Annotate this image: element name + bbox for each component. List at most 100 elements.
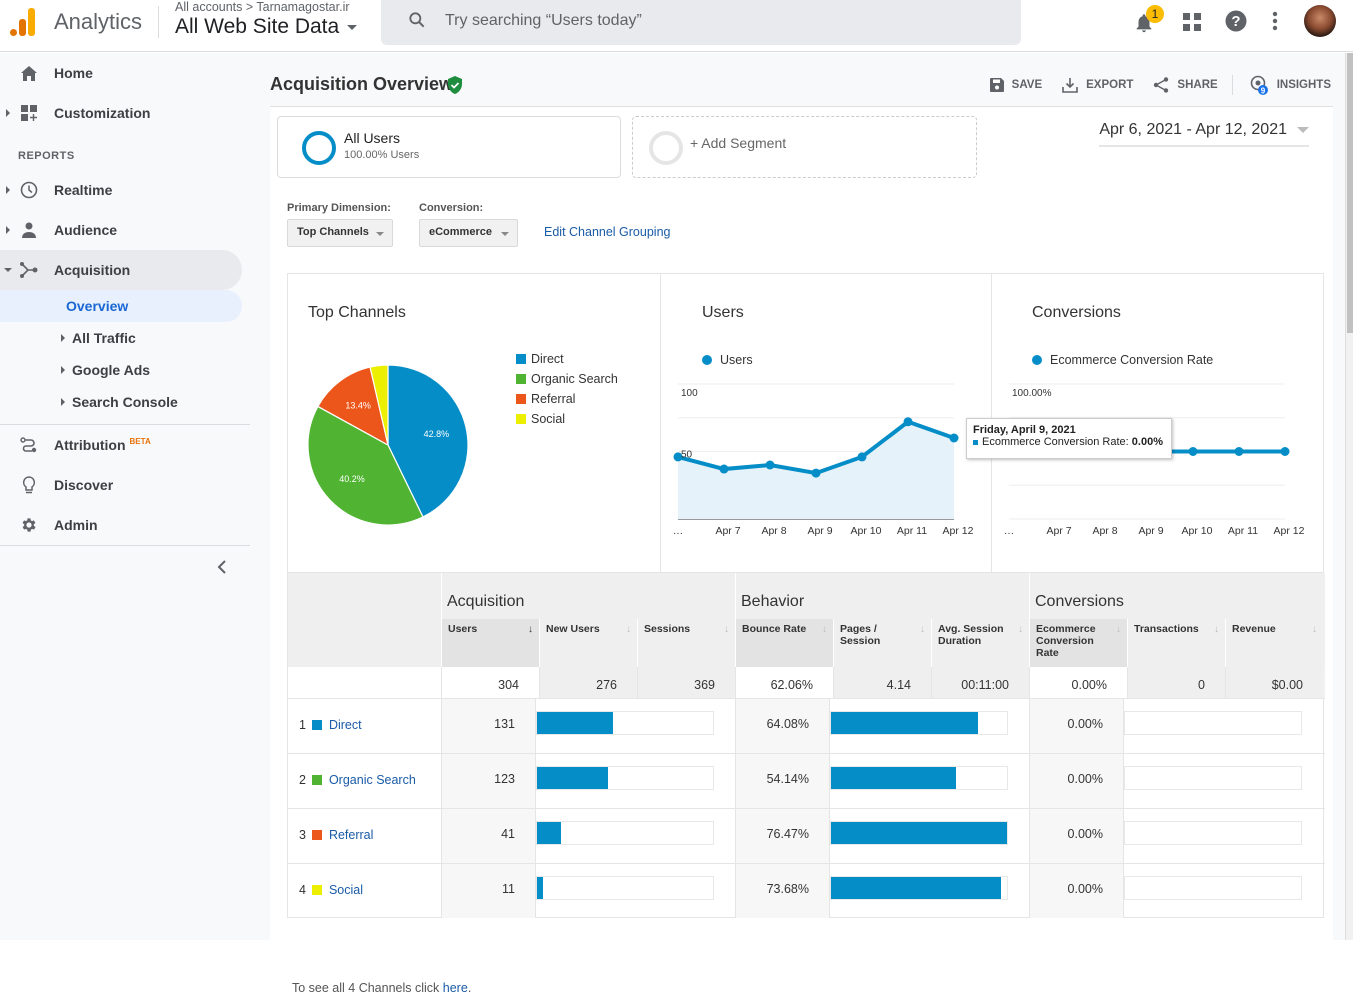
analytics-logo-icon[interactable] [10, 6, 38, 36]
metric-value-users: 131 [441, 699, 535, 753]
channel-link[interactable]: Direct [329, 718, 362, 732]
save-button[interactable]: SAVE [989, 78, 1042, 92]
sidebar-item-label: Realtime [54, 182, 113, 198]
y-tick-label: 100 [681, 388, 698, 399]
sort-arrow-icon[interactable]: ↓ [724, 624, 729, 636]
legend-item[interactable]: Referral [516, 389, 618, 409]
column-header-users[interactable]: Users ↓ [441, 619, 539, 667]
bar-track [536, 821, 714, 845]
legend-item[interactable]: Organic Search [516, 369, 618, 389]
metric-value-conv: 0.00% [1029, 864, 1123, 918]
help-icon[interactable]: ? [1225, 10, 1247, 37]
channel-link[interactable]: Organic Search [329, 773, 416, 787]
search-bar[interactable] [381, 0, 1021, 45]
sort-arrow-icon[interactable]: ↓ [626, 624, 631, 636]
add-segment-button[interactable]: + Add Segment [632, 116, 977, 178]
data-point-apr-10[interactable] [1188, 447, 1198, 456]
legend-label: Users [720, 353, 753, 367]
users-chart: Users Users 100 50 … Apr 7 Apr 8 Apr 9 Apr 10 A… [661, 274, 992, 572]
column-header-new-users[interactable]: New Users ↓ [539, 619, 637, 667]
collapse-sidebar-icon[interactable] [217, 560, 227, 579]
date-range-value: Apr 6, 2021 - Apr 12, 2021 [1099, 121, 1287, 138]
apps-grid-icon[interactable] [1183, 13, 1201, 36]
data-point-apr-9[interactable] [811, 468, 821, 478]
sidebar-item-search-console[interactable]: Search Console [0, 386, 242, 418]
data-point-apr-8[interactable] [765, 460, 775, 470]
x-tick-label: Apr 9 [1138, 525, 1163, 537]
see-all-channels-link[interactable]: here [443, 981, 468, 995]
data-point-apr-7[interactable] [719, 464, 729, 474]
sidebar-item-customization[interactable]: Customization [0, 93, 242, 133]
sidebar-item-acquisition[interactable]: Acquisition [0, 250, 242, 290]
more-vert-icon[interactable] [1272, 11, 1278, 36]
sort-arrow-icon[interactable]: ↓ [1018, 624, 1023, 636]
edit-channel-grouping-link[interactable]: Edit Channel Grouping [544, 225, 670, 239]
sidebar-item-discover[interactable]: Discover [0, 465, 242, 505]
sidebar-item-home[interactable]: Home [0, 53, 242, 93]
data-point-apr-11[interactable] [903, 417, 913, 427]
reports-heading: REPORTS [18, 150, 75, 162]
data-point-apr-10[interactable] [857, 452, 867, 462]
column-header-ecommerce-conversion-rate[interactable]: Ecommerce Conversion Rate ↓ [1029, 619, 1127, 667]
bar-fill [831, 767, 956, 789]
share-button[interactable]: SHARE [1153, 77, 1218, 93]
sort-arrow-icon[interactable]: ↓ [822, 624, 827, 636]
scrollbar-thumb[interactable] [1347, 53, 1353, 333]
bar-track [830, 876, 1008, 900]
insights-button[interactable]: 9 INSIGHTS [1249, 75, 1331, 95]
legend-item[interactable]: Direct [516, 349, 618, 369]
bar-cell [535, 754, 735, 808]
sidebar-item-all-traffic[interactable]: All Traffic [0, 322, 242, 354]
sort-arrow-icon[interactable]: ↓ [528, 624, 533, 636]
sidebar-item-attribution[interactable]: Attribution BETA [0, 425, 242, 465]
channel-column-header [288, 619, 441, 667]
date-range-picker[interactable]: Apr 6, 2021 - Apr 12, 2021 [1099, 121, 1309, 147]
gear-icon [20, 516, 38, 534]
legend-item[interactable]: Social [516, 409, 618, 429]
primary-dimension-select[interactable]: Top Channels [287, 219, 393, 247]
segment-all-users[interactable]: All Users 100.00% Users [277, 116, 621, 178]
sidebar-item-audience[interactable]: Audience [0, 210, 242, 250]
column-header-transactions[interactable]: Transactions ↓ [1127, 619, 1225, 667]
export-button[interactable]: EXPORT [1062, 77, 1133, 93]
chart-legend-users: Users [702, 353, 753, 367]
bar-fill [831, 822, 1007, 844]
sort-arrow-icon[interactable]: ↓ [920, 624, 925, 636]
channel-link[interactable]: Social [329, 883, 363, 897]
verified-shield-icon [447, 76, 463, 99]
notification-badge: 1 [1146, 5, 1164, 23]
column-header-pages-session[interactable]: Pages / Session ↓ [833, 619, 931, 667]
page-scrollbar[interactable] [1345, 53, 1353, 940]
view-name: All Web Site Data [175, 15, 340, 38]
bar-cell [1123, 864, 1323, 918]
sidebar-item-admin[interactable]: Admin [0, 505, 242, 545]
bar-track [1124, 766, 1302, 790]
view-selector[interactable]: All Web Site Data [175, 15, 358, 39]
sort-arrow-icon[interactable]: ↓ [1116, 624, 1121, 636]
search-input[interactable] [445, 10, 945, 32]
sidebar-item-label: Overview [66, 298, 129, 314]
channel-link[interactable]: Referral [329, 828, 373, 842]
account-breadcrumb[interactable]: All accounts > Tarnamagostar.ir [175, 0, 350, 14]
primary-dimension-label: Primary Dimension: [287, 202, 391, 214]
metric-value-bounce: 76.47% [735, 809, 829, 863]
column-header-sessions[interactable]: Sessions ↓ [637, 619, 735, 667]
data-point-apr-12[interactable] [949, 433, 959, 443]
column-header-bounce-rate[interactable]: Bounce Rate ↓ [735, 619, 833, 667]
column-header-avg-session-duration[interactable]: Avg. Session Duration ↓ [931, 619, 1029, 667]
sort-arrow-icon[interactable]: ↓ [1312, 624, 1317, 636]
avatar[interactable] [1304, 5, 1336, 37]
x-tick-label: Apr 7 [715, 525, 740, 537]
data-point-apr-12[interactable] [1280, 447, 1290, 456]
sidebar-item-realtime[interactable]: Realtime [0, 170, 242, 210]
sidebar-item-google-ads[interactable]: Google Ads [0, 354, 242, 386]
sidebar-item-overview[interactable]: Overview [0, 290, 242, 322]
column-header-label: Avg. Session Duration [938, 623, 1004, 647]
conversion-select[interactable]: eCommerce [419, 219, 518, 247]
column-header-revenue[interactable]: Revenue ↓ [1225, 619, 1323, 667]
column-header-label: Users [448, 623, 478, 635]
total-pages-session: 4.14 [833, 667, 931, 698]
data-point-apr-11[interactable] [1234, 447, 1244, 456]
sort-arrow-icon[interactable]: ↓ [1214, 624, 1219, 636]
expand-arrow-icon [6, 109, 10, 117]
